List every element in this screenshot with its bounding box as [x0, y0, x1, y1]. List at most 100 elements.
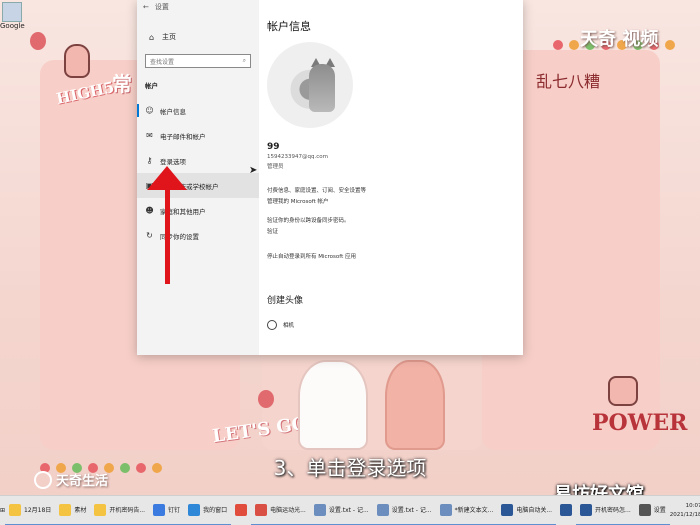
- taskbar-items: 12月18日 素材 开机密码告... 钉钉 我的窗口 电脑运动光... 设置.txt - 记…: [5, 496, 670, 525]
- app-icon: [439, 503, 452, 516]
- taskbar-item-label: *新建文本文...: [454, 507, 494, 514]
- app-icon: [501, 503, 514, 516]
- sidebar-item-account-info[interactable]: ☺ 帐户信息: [137, 98, 259, 123]
- settings-title: 设置: [154, 3, 169, 11]
- page-title: 帐户信息: [267, 20, 311, 33]
- taskbar-item-label: 开机密码怎...: [595, 507, 631, 514]
- taskbar-item-label: 素材: [74, 507, 87, 514]
- taskbar-item-label: 12月18日: [24, 507, 52, 514]
- app-icon: [313, 503, 326, 516]
- billing-description: 付费信息、家庭设置、订阅、安全设置等: [267, 188, 367, 194]
- settings-window: ← 设置 ⌂ 主页 查找设置 ⌕ 帐户 ☺ 帐户信息 ✉ 电子邮件和帐户 ⚷ 登…: [137, 0, 523, 355]
- balloon-illustration: [30, 32, 46, 50]
- taskbar-item[interactable]: [231, 496, 251, 525]
- camera-label: 相机: [283, 323, 295, 329]
- wallpaper-dot: [569, 40, 579, 50]
- settings-search-input[interactable]: 查找设置 ⌕: [145, 54, 251, 68]
- manage-account-link[interactable]: 管理我的 Microsoft 帐户: [267, 197, 523, 208]
- camera-icon: [267, 320, 277, 330]
- taskbar-item[interactable]: 电脑自动关...: [497, 496, 557, 525]
- settings-content: 帐户信息 99 1594233947@qq.com 管理员 付费信息、家庭设置、…: [259, 0, 523, 355]
- taskbar-item-label: 我的窗口: [203, 507, 228, 514]
- home-icon: ⌂: [148, 32, 155, 42]
- back-arrow-icon[interactable]: ←: [143, 3, 149, 11]
- taskbar-item[interactable]: *新建文本文...: [435, 496, 498, 525]
- app-icon: [376, 503, 389, 516]
- sidebar-item-sync[interactable]: ↻ 同步你的设置: [137, 223, 259, 248]
- people-icon: ☻: [145, 206, 154, 215]
- taskbar-item[interactable]: 钉钉: [149, 496, 185, 525]
- wallpaper-dot: [665, 40, 675, 50]
- wallpaper-dot: [553, 40, 563, 50]
- taskbar-item[interactable]: 开机密码怎...: [576, 496, 635, 525]
- app-icon: [560, 503, 573, 516]
- app-icon: [9, 503, 22, 516]
- clock-date: 2021/12/18: [669, 511, 700, 518]
- sidebar-home-label: 主页: [162, 33, 176, 41]
- app-icon: [638, 503, 651, 516]
- mail-icon: ✉: [146, 131, 153, 140]
- clock-time: 10:07: [685, 502, 700, 509]
- taskbar-item-label: 电脑运动光...: [270, 507, 306, 514]
- user-email: 1594233947@qq.com: [267, 154, 328, 160]
- desktop-icon-label: Google: [0, 22, 25, 30]
- sidebar-item-email-accounts[interactable]: ✉ 电子邮件和帐户: [137, 123, 259, 148]
- taskbar-item-label: 开机密码告...: [109, 507, 146, 514]
- avatar: [267, 42, 353, 128]
- app-icon: [235, 503, 248, 516]
- watermark-bottom-left: 天奇生活: [34, 470, 108, 489]
- taskbar-item[interactable]: 开机密码告...: [90, 496, 150, 525]
- taskbar-item[interactable]: 我的窗口: [184, 496, 232, 525]
- app-icon: [59, 503, 72, 516]
- taskbar-item-label: 电脑自动关...: [516, 507, 553, 514]
- app-icon: [255, 503, 268, 516]
- app-icon: [94, 503, 107, 516]
- desktop-icon-google[interactable]: Google: [0, 0, 28, 42]
- taskbar-item[interactable]: 12月18日: [5, 496, 56, 525]
- taskbar-item[interactable]: 素材: [55, 496, 91, 525]
- taskbar-item[interactable]: 电脑运动光...: [251, 496, 310, 525]
- camera-option[interactable]: 相机: [267, 320, 523, 330]
- user-role: 管理员: [267, 164, 284, 170]
- red-arrow-shaft: [165, 178, 170, 284]
- taskbar: ⊞ 12月18日 素材 开机密码告... 钉钉 我的窗口 电脑运动光... 设置.txt -…: [0, 495, 700, 525]
- watermark-top: 天奇 视频: [580, 29, 659, 50]
- cartoon-figure-pink: [385, 360, 445, 450]
- power-fist-illustration: [608, 376, 638, 406]
- sidebar-section-title: 帐户: [145, 82, 158, 90]
- sidebar-item-label: 登录选项: [160, 157, 186, 166]
- cartoon-figure-white: [298, 360, 368, 450]
- settings-titlebar: ← 设置: [137, 0, 259, 14]
- taskbar-clock[interactable]: 10:07 2021/12/18: [670, 502, 700, 520]
- verify-description: 验证你的身份以跨设备同步密码。: [267, 218, 350, 224]
- google-app-icon: [2, 2, 22, 22]
- sidebar-item-family[interactable]: ☻ 家庭和其他用户: [137, 198, 259, 223]
- taskbar-item-label: 设置.txt - 记...: [328, 507, 369, 514]
- taskbar-item[interactable]: 设置.txt - 记...: [309, 496, 373, 525]
- person-icon: ☺: [145, 106, 154, 115]
- sidebar-home[interactable]: ⌂ 主页: [137, 14, 259, 48]
- taskbar-item[interactable]: 设置: [634, 496, 670, 525]
- wallpaper-chang-text: 常: [112, 72, 132, 96]
- watermark-logo-icon: [34, 470, 52, 489]
- sync-icon: ↻: [146, 231, 153, 240]
- verify-link[interactable]: 验证: [267, 227, 523, 238]
- taskbar-item-label: 设置: [653, 507, 666, 514]
- app-icon: [188, 503, 201, 516]
- sidebar-item-label: 帐户信息: [160, 107, 186, 116]
- high-five-hand-illustration: [64, 44, 90, 78]
- taskbar-item-label: 钉钉: [168, 507, 181, 514]
- taskbar-item[interactable]: [556, 496, 576, 525]
- stop-auto-signin-link[interactable]: 停止自动登录到所有 Microsoft 应用: [267, 252, 523, 263]
- taskbar-item[interactable]: 设置.txt - 记...: [372, 496, 436, 525]
- wallpaper-power-text: POWER: [592, 410, 688, 436]
- key-icon: ⚷: [146, 156, 153, 165]
- balloon-illustration: [258, 390, 274, 408]
- create-avatar-title: 创建头像: [267, 296, 304, 306]
- watermark-bottom-left-text: 天奇生活: [56, 474, 109, 489]
- app-icon: [153, 503, 166, 516]
- app-icon: [580, 503, 593, 516]
- cat-photo: [309, 64, 335, 112]
- sidebar-item-label: 电子邮件和帐户: [160, 132, 206, 141]
- wallpaper-luanqibazao-text: 乱七八糟: [536, 72, 601, 91]
